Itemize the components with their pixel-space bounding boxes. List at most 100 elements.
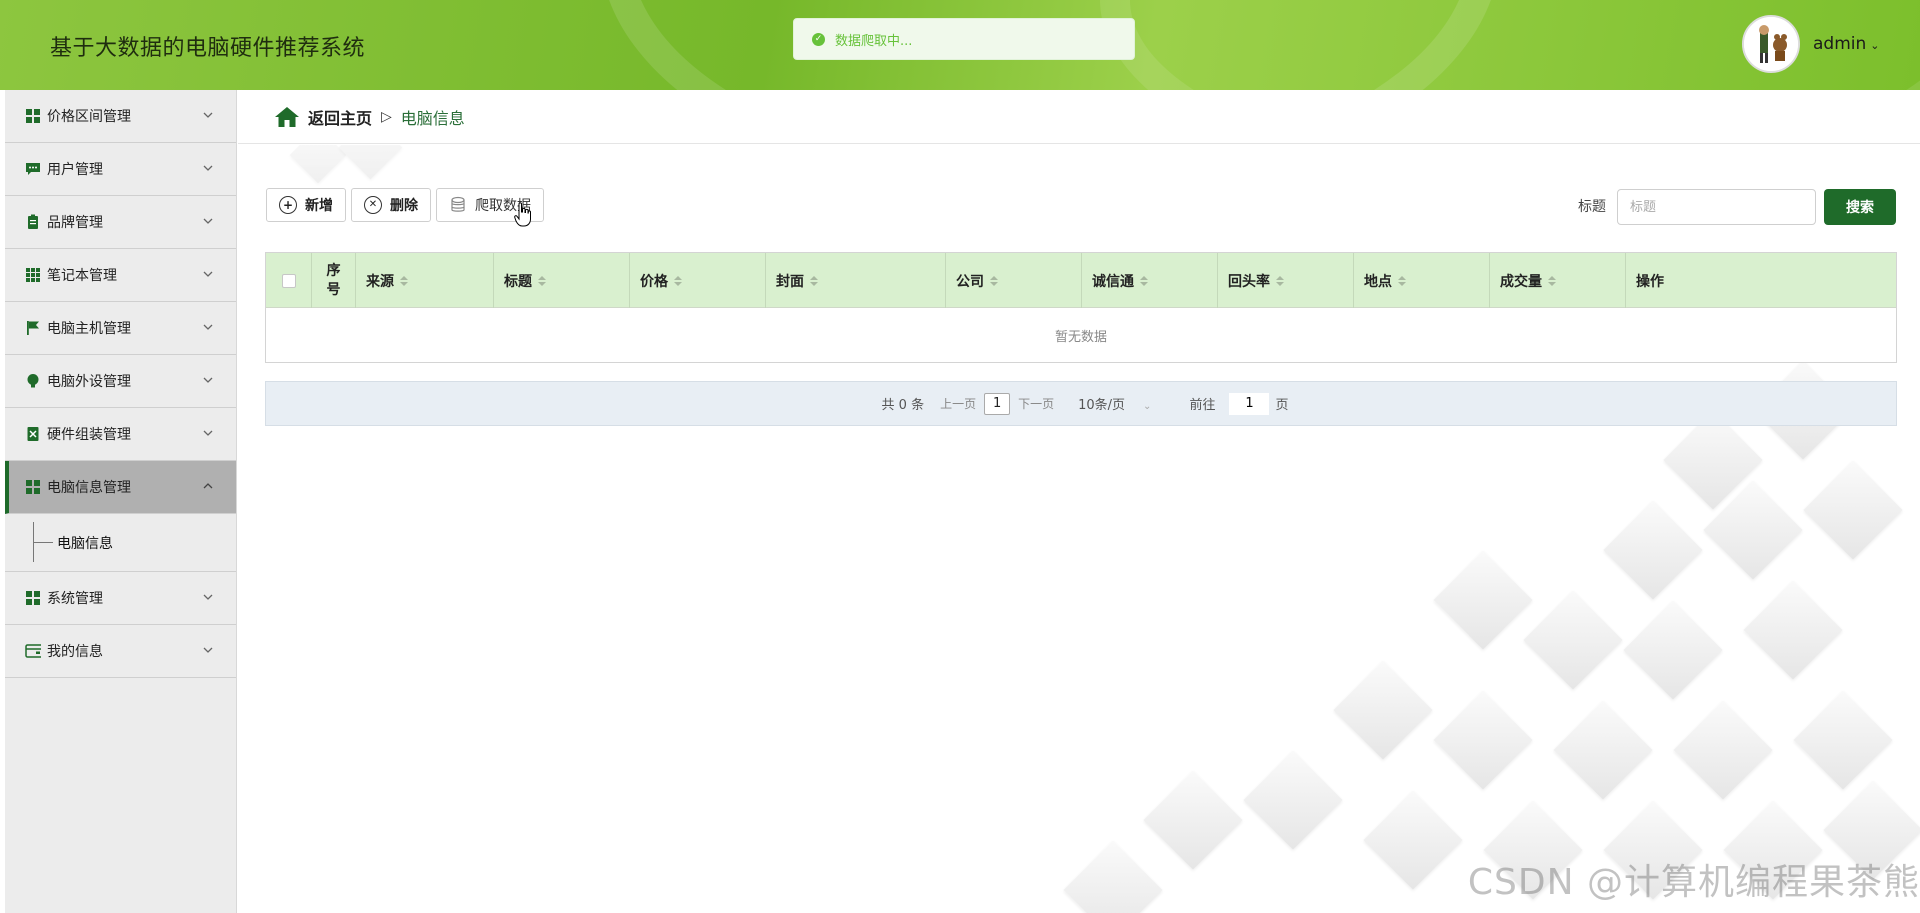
chevron-down-icon	[203, 430, 213, 436]
hand-cursor-icon	[514, 202, 531, 227]
next-page-button[interactable]: 下一页	[1018, 395, 1054, 412]
search-label: 标题	[1578, 199, 1606, 215]
column-header-price[interactable]: 价格	[630, 253, 766, 308]
column-header-title[interactable]: 标题	[494, 253, 630, 308]
sidebar-subitem-computer-info[interactable]: 电脑信息	[5, 514, 236, 572]
column-header-label: 来源	[366, 273, 394, 290]
chevron-down-icon	[203, 218, 213, 224]
column-header-cover[interactable]: 封面	[766, 253, 946, 308]
column-header-source[interactable]: 来源	[356, 253, 494, 308]
chat-icon	[25, 161, 41, 177]
column-header-label: 回头率	[1228, 273, 1270, 290]
column-header-actions: 操作	[1626, 253, 1896, 308]
goto-page-input[interactable]	[1229, 392, 1270, 415]
column-header-label: 公司	[956, 273, 984, 290]
sort-icon[interactable]	[674, 275, 682, 286]
toast-message: 数据爬取中...	[835, 33, 913, 49]
sidebar-item-price-range[interactable]: 价格区间管理	[5, 90, 236, 143]
column-header-label: 诚信通	[1092, 273, 1134, 290]
action-toolbar: + 新增 ✕ 删除 爬取数据	[266, 188, 544, 224]
grid-icon	[25, 479, 41, 495]
empty-text: 暂无数据	[1054, 329, 1107, 345]
sort-icon[interactable]	[538, 275, 546, 286]
chevron-down-icon	[203, 647, 213, 653]
goto-unit: 页	[1275, 398, 1289, 413]
prev-page-button[interactable]: 上一页	[940, 395, 976, 412]
sidebar-item-label: 品牌管理	[47, 215, 103, 231]
grid-icon	[25, 590, 41, 606]
sort-icon[interactable]	[810, 275, 818, 286]
column-header-label: 标题	[504, 273, 532, 290]
column-header-label: 封面	[776, 273, 804, 290]
sidebar-subitem-label: 电脑信息	[57, 535, 113, 552]
sidebar-item-laptops[interactable]: 笔记本管理	[5, 249, 236, 302]
breadcrumb-separator: ▷	[381, 108, 392, 125]
computer-info-table: 序 号 来源 标题 价格 封面 公司 诚信通 回头率 地点 成交量 操作 暂无数…	[265, 252, 1897, 363]
flag-icon	[25, 320, 41, 336]
sidebar-item-label: 电脑信息管理	[47, 480, 131, 496]
chevron-down-icon	[203, 324, 213, 330]
breadcrumb: 返回主页 ▷ 电脑信息	[238, 90, 1920, 144]
tree-line	[33, 542, 53, 543]
sidebar-item-computer-info[interactable]: 电脑信息管理	[5, 461, 236, 514]
sidebar-item-label: 硬件组装管理	[47, 427, 131, 443]
page-size-select[interactable]: 10条/页 ⌄	[1078, 394, 1151, 413]
add-button[interactable]: + 新增	[266, 188, 346, 222]
sidebar-item-label: 电脑外设管理	[47, 374, 131, 390]
select-all-checkbox[interactable]	[281, 273, 296, 288]
sidebar-item-system[interactable]: 系统管理	[5, 572, 236, 625]
page-number-1[interactable]: 1	[984, 392, 1011, 415]
breadcrumb-current: 电脑信息	[400, 108, 465, 128]
column-header-label: 地点	[1364, 273, 1392, 290]
sort-icon[interactable]	[1276, 275, 1284, 286]
sidebar-item-brands[interactable]: 品牌管理	[5, 196, 236, 249]
user-menu[interactable]: admin ⌄	[1813, 34, 1880, 54]
watermark: CSDN @计算机编程果茶熊	[1467, 862, 1920, 903]
seq-header-line2: 号	[326, 281, 341, 298]
sidebar-item-my-info[interactable]: 我的信息	[5, 625, 236, 678]
search-button[interactable]: 搜索	[1824, 189, 1896, 225]
doc-icon	[25, 426, 41, 442]
app-title: 基于大数据的电脑硬件推荐系统	[50, 36, 366, 61]
sidebar-item-hardware-assembly[interactable]: 硬件组装管理	[5, 408, 236, 461]
sidebar-item-peripherals[interactable]: 电脑外设管理	[5, 355, 236, 408]
chevron-down-icon	[203, 112, 213, 118]
total-count: 共 0 条	[881, 398, 925, 413]
sidebar-item-desktops[interactable]: 电脑主机管理	[5, 302, 236, 355]
sort-icon[interactable]	[990, 275, 998, 286]
sort-icon[interactable]	[1548, 275, 1556, 286]
delete-button-label: 删除	[390, 198, 418, 214]
table-header: 序 号 来源 标题 价格 封面 公司 诚信通 回头率 地点 成交量 操作	[266, 253, 1896, 308]
goto-label: 前往	[1189, 398, 1216, 413]
column-header-location[interactable]: 地点	[1354, 253, 1490, 308]
title-search-input[interactable]	[1617, 189, 1816, 225]
column-header-company[interactable]: 公司	[946, 253, 1082, 308]
column-header-volume[interactable]: 成交量	[1490, 253, 1626, 308]
table-empty-row: 暂无数据	[266, 308, 1896, 362]
chevron-down-icon	[203, 165, 213, 171]
wallet-icon	[25, 643, 41, 659]
delete-button[interactable]: ✕ 删除	[351, 188, 431, 222]
sort-icon[interactable]	[400, 275, 408, 286]
x-circle-icon: ✕	[364, 196, 382, 214]
chevron-down-icon: ⌄	[1143, 401, 1152, 412]
sidebar-item-label: 用户管理	[47, 162, 103, 178]
home-icon[interactable]	[274, 105, 300, 129]
sort-icon[interactable]	[1398, 275, 1406, 286]
sidebar-item-label: 系统管理	[47, 591, 103, 607]
breadcrumb-home-link[interactable]: 返回主页	[308, 105, 372, 129]
user-avatar[interactable]	[1742, 15, 1800, 73]
column-header-seq: 序 号	[312, 253, 356, 308]
apps-icon	[25, 267, 41, 283]
select-all-cell	[266, 253, 312, 308]
column-header-trust[interactable]: 诚信通	[1082, 253, 1218, 308]
chevron-down-icon	[203, 271, 213, 277]
chevron-down-icon: ⌄	[1870, 39, 1880, 52]
sidebar-item-label: 笔记本管理	[47, 268, 117, 284]
sidebar-item-label: 价格区间管理	[47, 109, 131, 125]
sidebar-item-users[interactable]: 用户管理	[5, 143, 236, 196]
bulb-icon	[25, 373, 41, 389]
column-header-repeat-rate[interactable]: 回头率	[1218, 253, 1354, 308]
user-name: admin	[1813, 34, 1867, 54]
sort-icon[interactable]	[1140, 275, 1148, 286]
